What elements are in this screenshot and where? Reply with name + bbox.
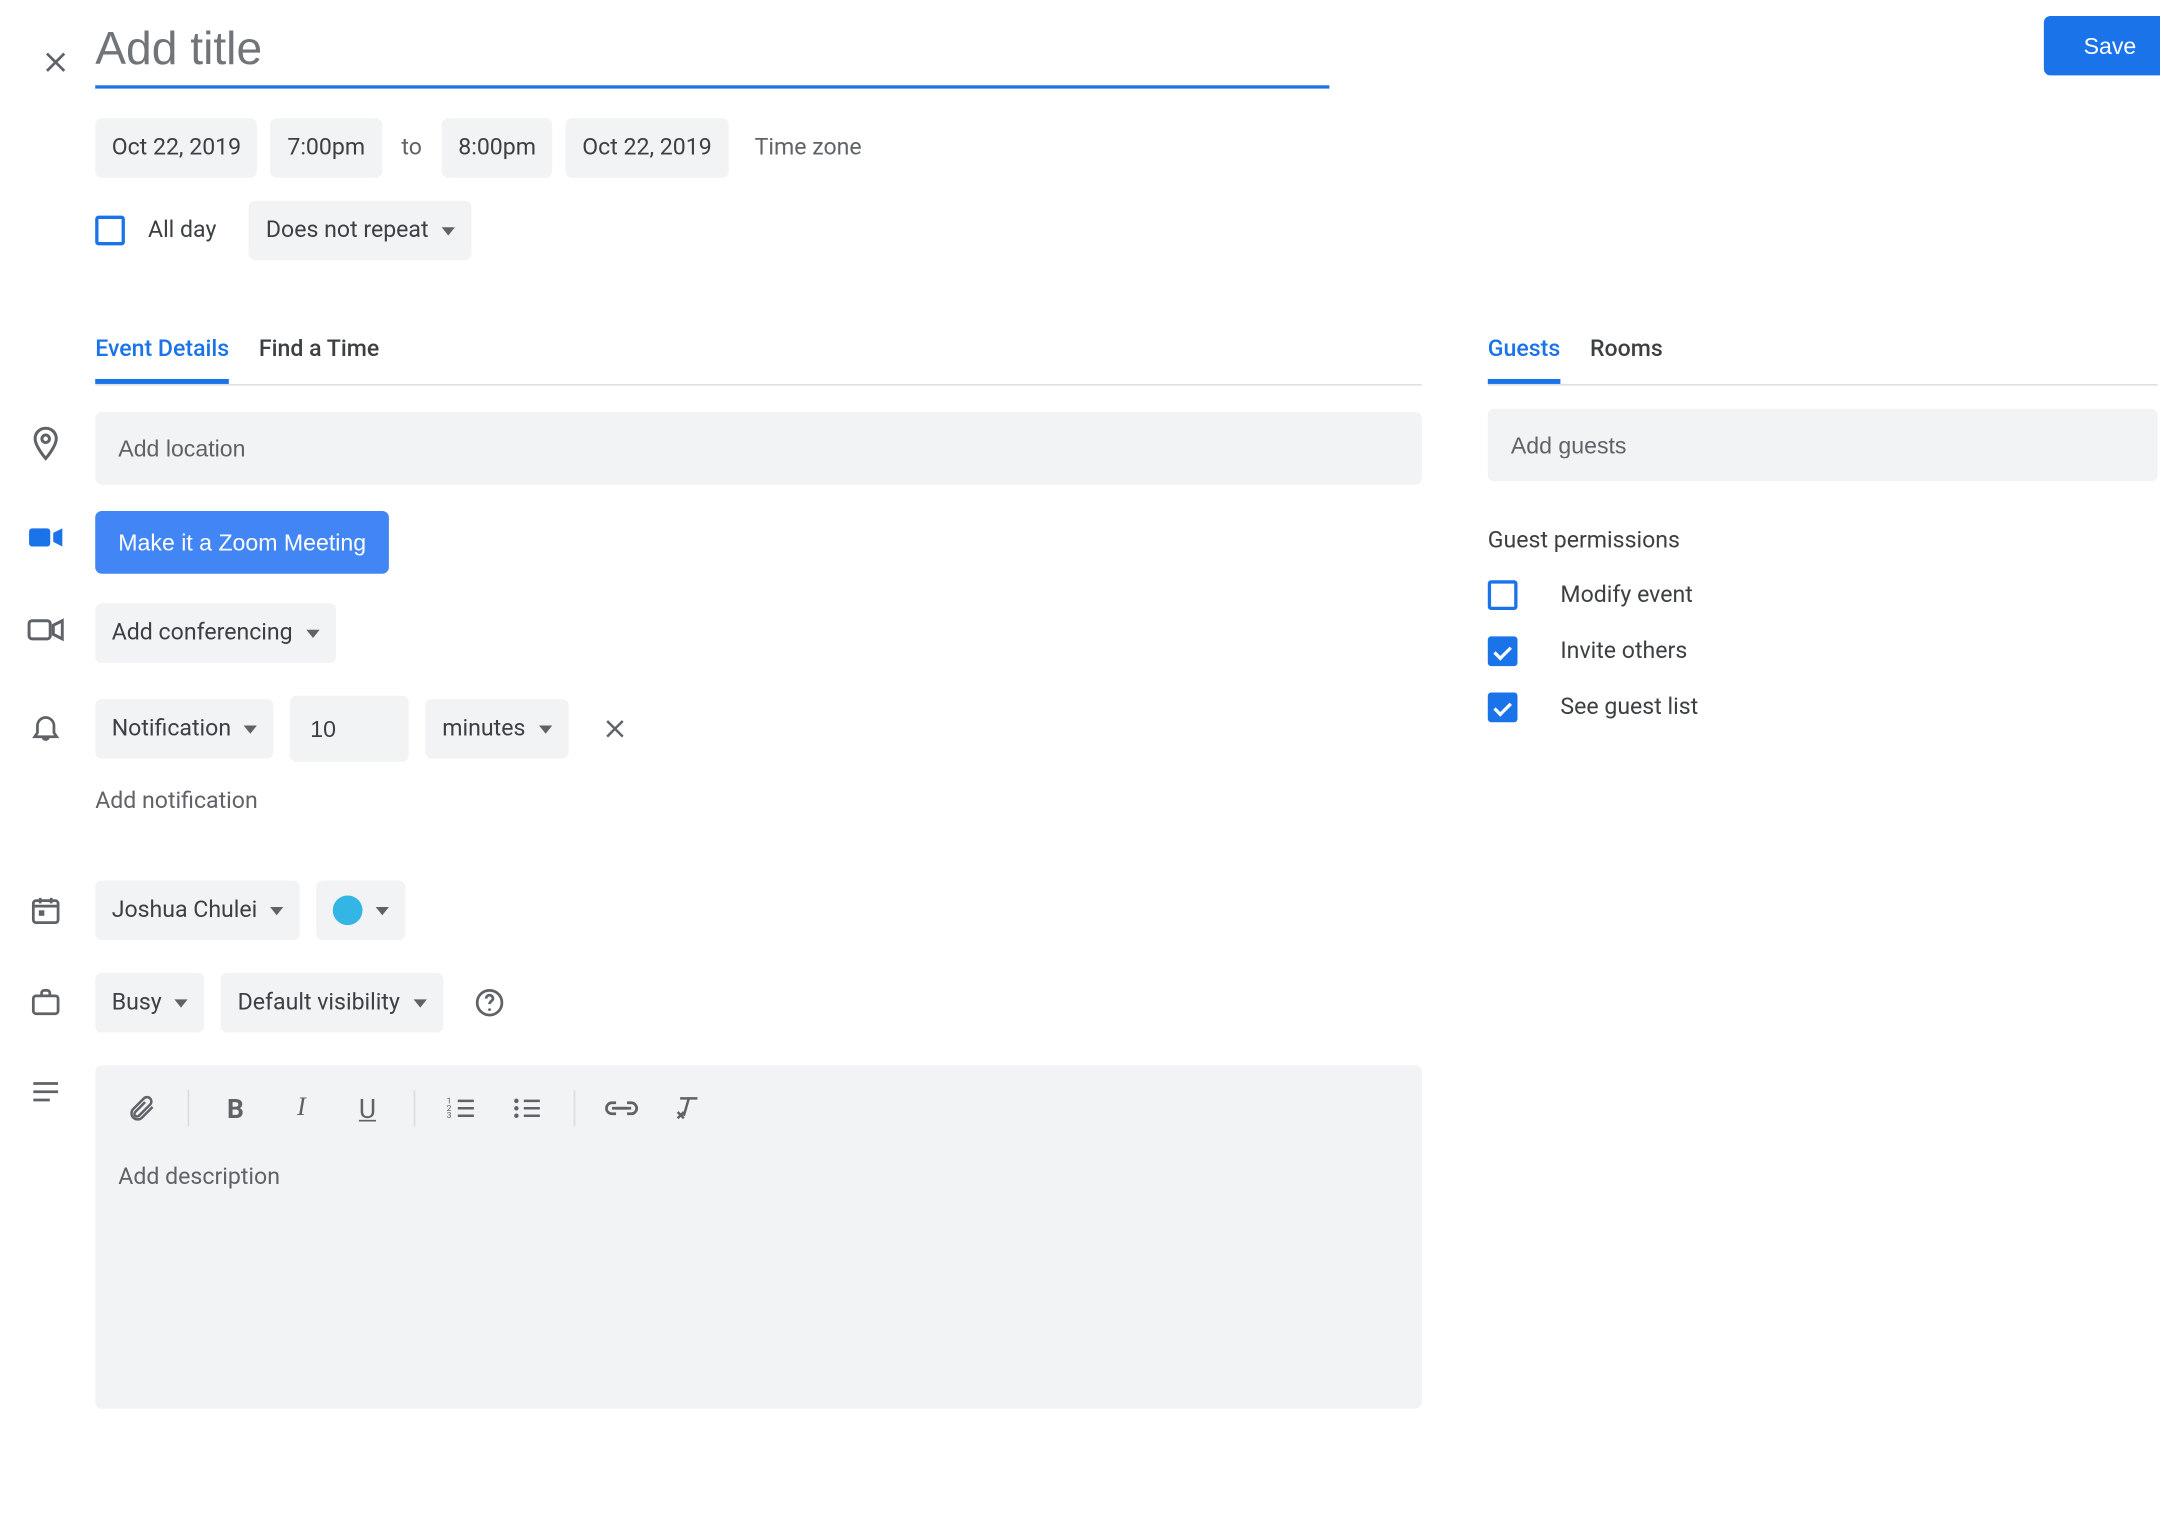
notification-type-dropdown[interactable]: Notification <box>95 699 274 758</box>
description-icon <box>29 1079 62 1105</box>
perm-seelist-label: See guest list <box>1560 694 1698 720</box>
location-icon <box>28 425 64 461</box>
title-input[interactable] <box>95 16 1329 89</box>
paperclip-icon <box>127 1092 157 1125</box>
clear-format-icon <box>673 1093 703 1123</box>
bell-icon <box>29 709 62 745</box>
chevron-down-icon <box>442 226 455 234</box>
add-notification-link[interactable]: Add notification <box>95 788 258 814</box>
italic-icon: I <box>297 1093 306 1123</box>
notification-unit-label: minutes <box>442 716 525 742</box>
start-date-chip[interactable]: Oct 22, 2019 <box>95 118 257 177</box>
to-label: to <box>395 135 429 161</box>
color-dot <box>333 895 363 925</box>
close-icon <box>39 46 72 79</box>
busy-dropdown[interactable]: Busy <box>95 973 204 1032</box>
description-textarea[interactable]: Add description <box>95 1148 1422 1409</box>
underline-icon: U <box>359 1093 376 1124</box>
numbered-list-icon: 123 <box>447 1095 477 1121</box>
conferencing-dropdown[interactable]: Add conferencing <box>95 603 335 662</box>
help-icon <box>473 986 506 1019</box>
start-time-chip[interactable]: 7:00pm <box>271 118 382 177</box>
notification-type-label: Notification <box>112 716 231 742</box>
all-day-checkbox[interactable] <box>95 216 125 246</box>
repeat-dropdown[interactable]: Does not repeat <box>249 201 471 260</box>
chevron-down-icon <box>413 999 426 1007</box>
notification-value-input[interactable] <box>290 696 409 762</box>
repeat-label: Does not repeat <box>266 217 429 243</box>
bulleted-list-icon <box>513 1095 543 1121</box>
zoom-icon <box>28 524 64 550</box>
close-button[interactable] <box>26 33 85 92</box>
tab-guests[interactable]: Guests <box>1488 323 1560 384</box>
clear-formatting-button[interactable] <box>658 1082 717 1135</box>
chevron-down-icon <box>244 725 257 733</box>
attach-button[interactable] <box>112 1082 171 1135</box>
svg-text:3: 3 <box>447 1111 452 1121</box>
end-time-chip[interactable]: 8:00pm <box>442 118 553 177</box>
bulleted-list-button[interactable] <box>498 1082 557 1135</box>
chevron-down-icon <box>175 999 188 1007</box>
calendar-owner-label: Joshua Chulei <box>112 897 258 923</box>
numbered-list-button[interactable]: 123 <box>432 1082 491 1135</box>
briefcase-icon <box>29 986 62 1019</box>
zoom-meeting-button[interactable]: Make it a Zoom Meeting <box>95 511 389 574</box>
perm-invite-checkbox[interactable] <box>1488 636 1518 666</box>
tab-event-details[interactable]: Event Details <box>95 323 229 384</box>
tab-rooms[interactable]: Rooms <box>1590 323 1663 384</box>
close-icon <box>600 714 630 744</box>
italic-button[interactable]: I <box>272 1082 331 1135</box>
separator <box>188 1090 190 1126</box>
visibility-label: Default visibility <box>238 990 400 1016</box>
timezone-link[interactable]: Time zone <box>741 135 875 161</box>
notification-unit-dropdown[interactable]: minutes <box>426 699 569 758</box>
perm-seelist-checkbox[interactable] <box>1488 693 1518 723</box>
perm-modify-label: Modify event <box>1560 582 1692 608</box>
guest-permissions-header: Guest permissions <box>1488 528 2158 554</box>
link-icon <box>605 1098 638 1118</box>
remove-notification-button[interactable] <box>585 699 644 758</box>
conferencing-label: Add conferencing <box>112 620 293 646</box>
save-button[interactable]: Save <box>2044 16 2160 75</box>
video-icon <box>28 617 64 643</box>
chevron-down-icon <box>270 906 283 914</box>
perm-modify-checkbox[interactable] <box>1488 580 1518 610</box>
perm-invite-label: Invite others <box>1560 638 1687 664</box>
end-date-chip[interactable]: Oct 22, 2019 <box>566 118 728 177</box>
chevron-down-icon <box>539 725 552 733</box>
visibility-help-button[interactable] <box>459 973 518 1032</box>
bold-icon: B <box>227 1093 244 1124</box>
calendar-icon <box>29 894 62 927</box>
chevron-down-icon <box>376 906 389 914</box>
guests-input[interactable] <box>1488 409 2158 482</box>
calendar-owner-dropdown[interactable]: Joshua Chulei <box>95 881 300 940</box>
busy-label: Busy <box>112 990 162 1016</box>
link-button[interactable] <box>592 1082 651 1135</box>
calendar-color-dropdown[interactable] <box>317 881 406 940</box>
separator <box>574 1090 576 1126</box>
location-input[interactable] <box>95 412 1422 485</box>
visibility-dropdown[interactable]: Default visibility <box>221 973 443 1032</box>
all-day-label: All day <box>148 217 216 243</box>
chevron-down-icon <box>306 629 319 637</box>
underline-button[interactable]: U <box>338 1082 397 1135</box>
separator <box>414 1090 416 1126</box>
tab-find-a-time[interactable]: Find a Time <box>259 323 379 384</box>
bold-button[interactable]: B <box>206 1082 265 1135</box>
